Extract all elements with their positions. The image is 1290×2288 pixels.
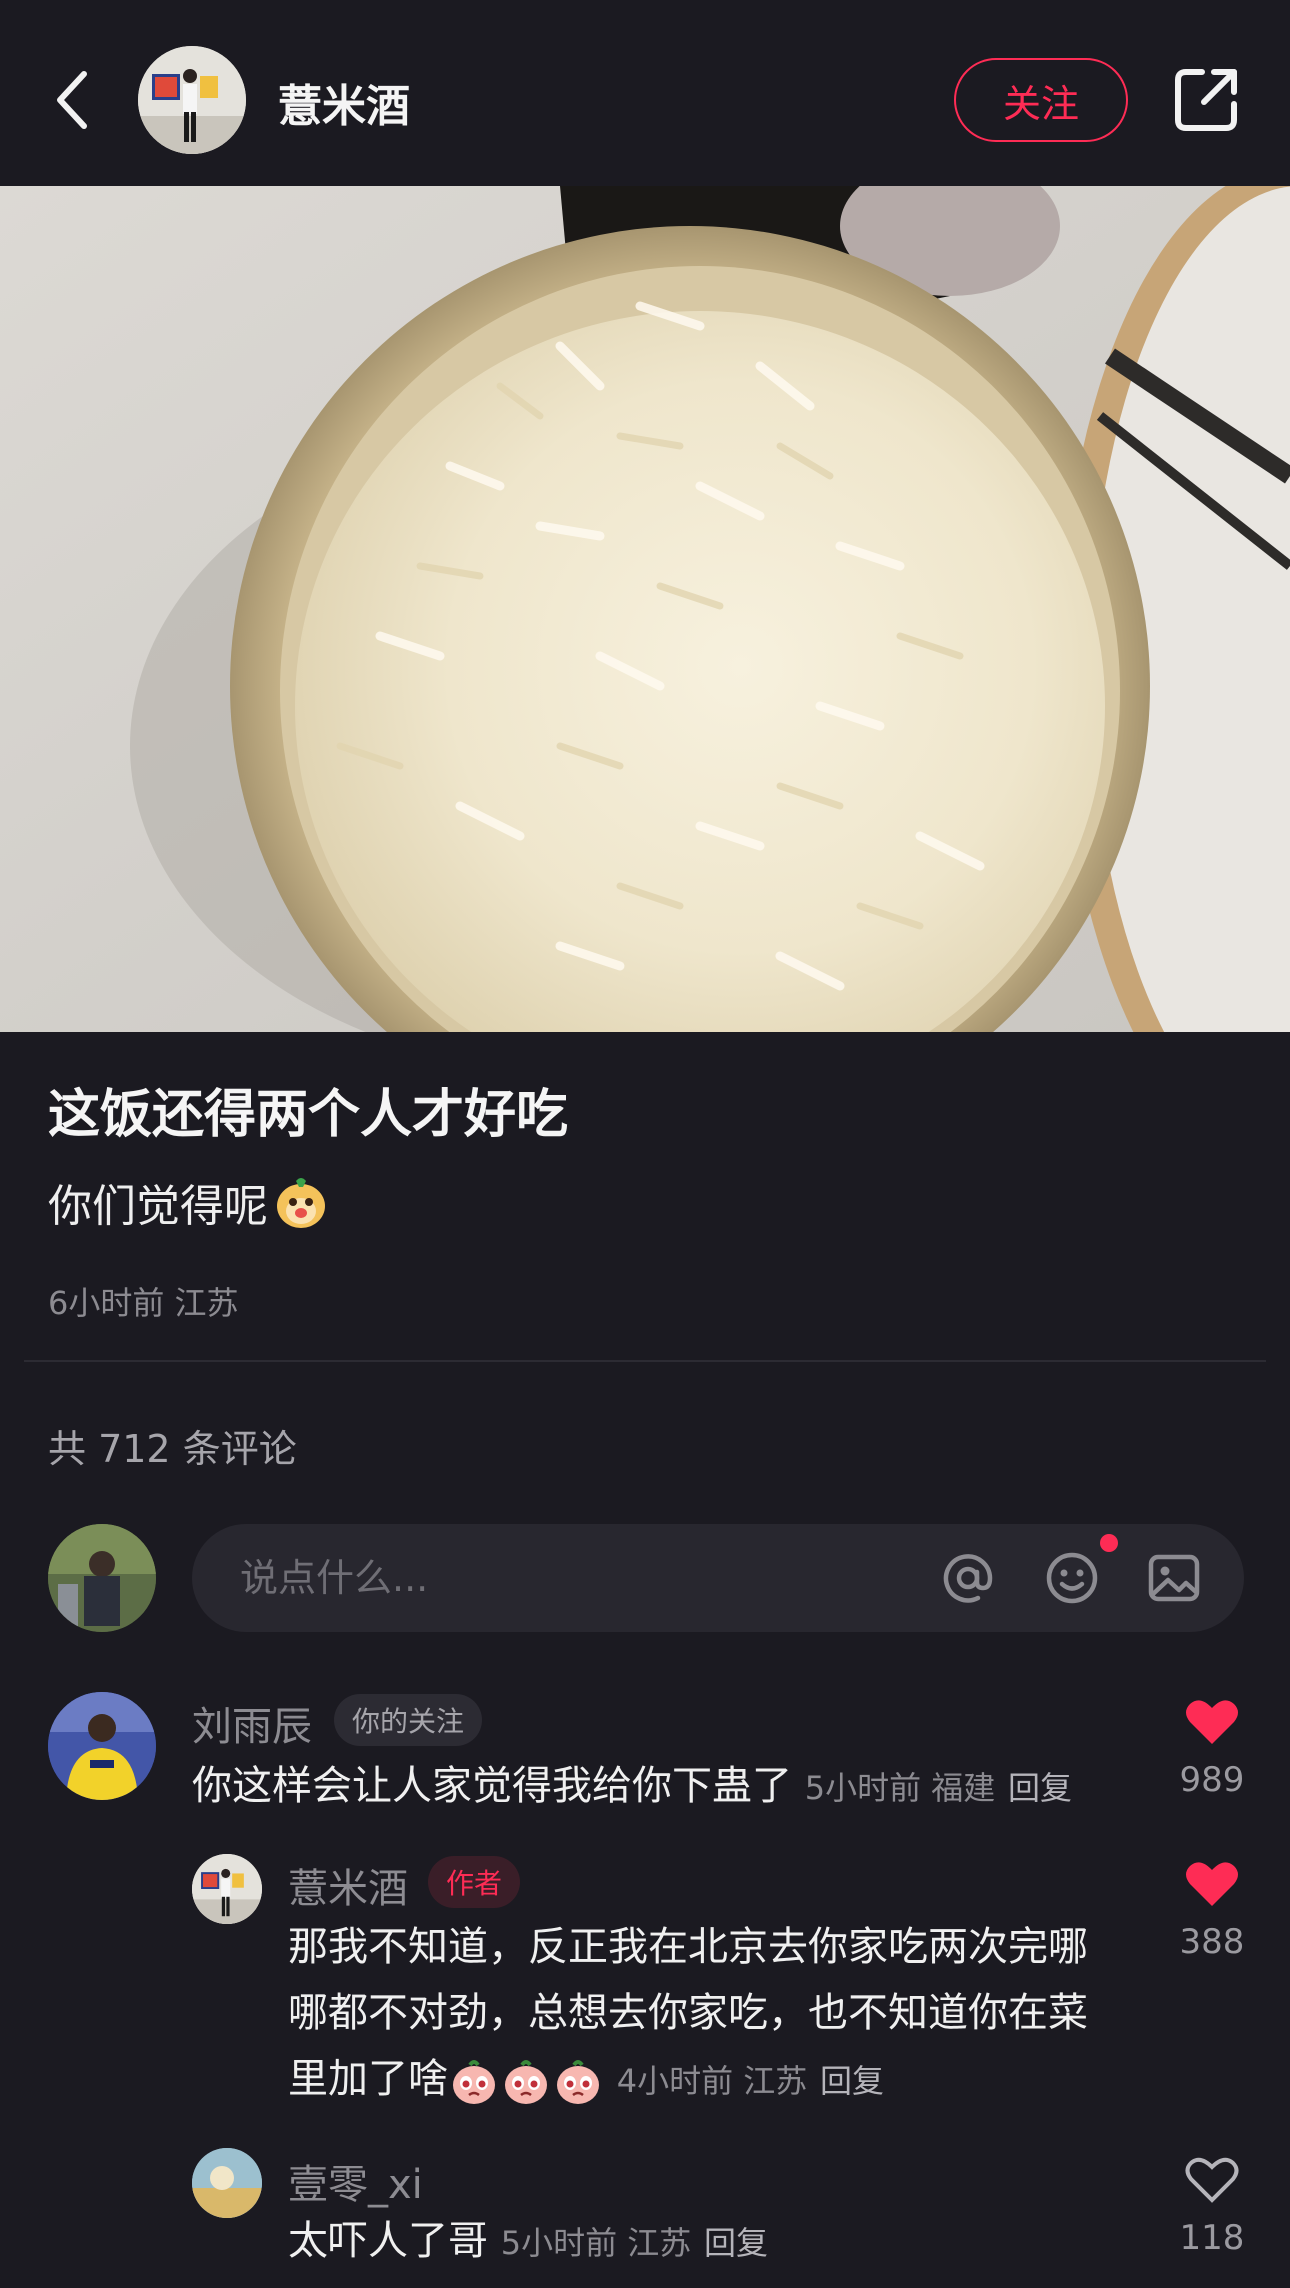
- crying-emoji-icon: [557, 2060, 599, 2104]
- top-bar: 薏米酒 关注: [0, 0, 1290, 186]
- post-body: 你们觉得呢: [48, 1170, 330, 1234]
- chevron-left-icon: [57, 71, 87, 129]
- notification-dot: [1100, 1534, 1118, 1552]
- like-count: 989: [1179, 1760, 1245, 1800]
- mole-emoji-icon: [277, 1178, 325, 1228]
- commenter-avatar[interactable]: [192, 1854, 262, 1924]
- commenter-avatar[interactable]: [192, 2148, 262, 2218]
- comment-text: 你这样会让人家觉得我给你下蛊了: [192, 1763, 792, 1809]
- reply-button[interactable]: 回复: [704, 2224, 768, 2262]
- reply-button[interactable]: 回复: [820, 2062, 884, 2100]
- commenter-avatar[interactable]: [48, 1692, 156, 1800]
- reply-button[interactable]: 回复: [1008, 1769, 1072, 1807]
- comment-body: 那我不知道，反正我在北京去你家吃两次完哪 哪都不对劲，总想去你家吃，也不知道你在…: [288, 1914, 1148, 2114]
- comment-meta: 4小时前 江苏: [616, 2062, 808, 2100]
- like-button[interactable]: 118: [1172, 2154, 1252, 2258]
- at-mention-icon[interactable]: [940, 1550, 996, 1606]
- image-icon[interactable]: [1146, 1550, 1202, 1606]
- comment-body: 你这样会让人家觉得我给你下蛊了 5小时前 福建 回复: [192, 1753, 1072, 1821]
- comment-meta: 5小时前 福建: [804, 1769, 996, 1807]
- author-avatar[interactable]: [138, 46, 246, 154]
- like-count: 118: [1179, 2218, 1245, 2258]
- heart-filled-icon: [1186, 1700, 1238, 1744]
- comment-text-line-3-row: 里加了啥 4小时前 江苏 回复: [288, 2046, 1148, 2114]
- share-icon: [1175, 69, 1237, 131]
- crying-emoji-icon: [505, 2060, 547, 2104]
- my-avatar: [48, 1524, 156, 1632]
- author-badge: 作者: [428, 1856, 521, 1908]
- heart-filled-icon: [1186, 1862, 1238, 1906]
- comment-input[interactable]: [240, 1524, 880, 1632]
- emoji-icon[interactable]: [1044, 1550, 1100, 1606]
- author-name[interactable]: 薏米酒: [278, 70, 410, 134]
- crying-emoji-icon: [453, 2060, 495, 2104]
- post-title: 这饭还得两个人才好吃: [48, 1085, 569, 1145]
- divider: [24, 1360, 1266, 1362]
- comment-body: 太吓人了哥 5小时前 江苏 回复: [288, 2208, 768, 2276]
- like-button[interactable]: 388: [1172, 1858, 1252, 1962]
- like-count: 388: [1179, 1922, 1245, 1962]
- comment-author[interactable]: 薏米酒: [288, 1856, 408, 1914]
- post-photo[interactable]: [0, 186, 1290, 1032]
- comment-count: 共 712 条评论: [48, 1427, 297, 1471]
- share-button[interactable]: [1168, 62, 1244, 138]
- comment-meta: 5小时前 江苏: [500, 2224, 692, 2262]
- following-badge: 你的关注: [334, 1694, 483, 1746]
- comment-text-line-1: 那我不知道，反正我在北京去你家吃两次完哪: [288, 1924, 1088, 1970]
- comment-author[interactable]: 刘雨辰: [192, 1694, 312, 1752]
- follow-button[interactable]: 关注: [954, 58, 1128, 142]
- comment-author[interactable]: 壹零_xi: [288, 2152, 423, 2210]
- comment-text-line-2: 哪都不对劲，总想去你家吃，也不知道你在菜: [288, 1990, 1088, 2036]
- back-button[interactable]: [40, 58, 104, 142]
- comment-input-box[interactable]: [192, 1524, 1244, 1632]
- post-body-text: 你们觉得呢: [48, 1181, 268, 1232]
- like-button[interactable]: 989: [1172, 1696, 1252, 1800]
- heart-outline-icon: [1185, 2157, 1239, 2203]
- post-meta: 6小时前 江苏: [48, 1284, 239, 1322]
- comment-text-line-3: 里加了啥: [288, 2056, 448, 2102]
- comment-text: 太吓人了哥: [288, 2218, 488, 2264]
